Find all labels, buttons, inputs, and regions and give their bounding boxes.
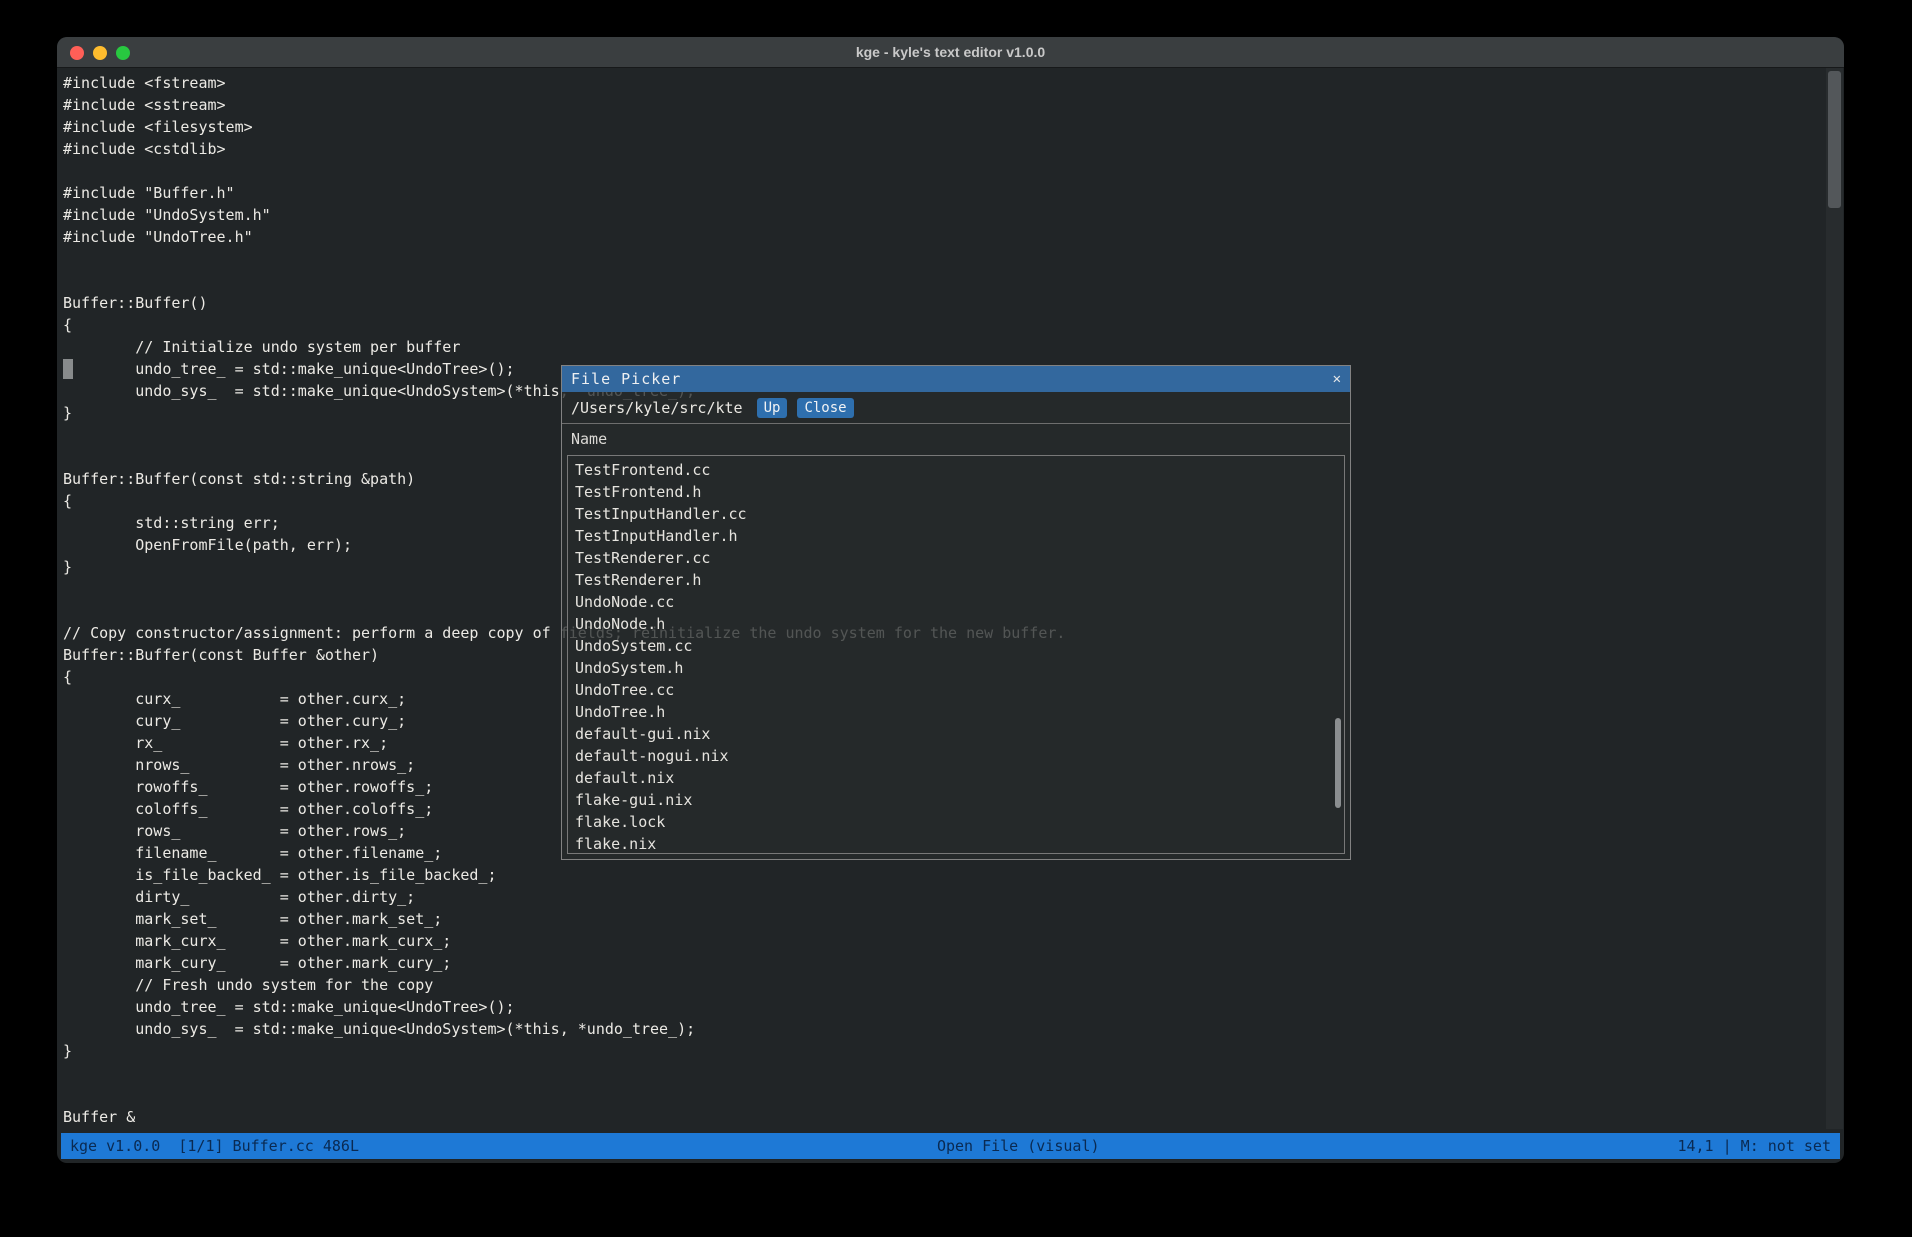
status-mode: Open File (visual) — [359, 1137, 1677, 1155]
file-list[interactable]: TestFrontend.ccTestFrontend.hTestInputHa… — [567, 455, 1345, 854]
status-bar: kge v1.0.0 [1/1] Buffer.cc 486L Open Fil… — [61, 1133, 1840, 1159]
file-item[interactable]: TestRenderer.h — [568, 569, 1344, 591]
file-item[interactable]: UndoTree.h — [568, 701, 1344, 723]
editor-scrollbar-thumb[interactable] — [1828, 71, 1841, 208]
file-item[interactable]: UndoNode.h — [568, 613, 1344, 635]
file-item[interactable]: flake-gui.nix — [568, 789, 1344, 811]
file-item[interactable]: TestRenderer.cc — [568, 547, 1344, 569]
window-title: kge - kyle's text editor v1.0.0 — [57, 37, 1844, 68]
file-item[interactable]: UndoSystem.h — [568, 657, 1344, 679]
file-item[interactable]: TestInputHandler.cc — [568, 503, 1344, 525]
file-item[interactable]: UndoTree.cc — [568, 679, 1344, 701]
window-titlebar[interactable]: kge - kyle's text editor v1.0.0 — [57, 37, 1844, 68]
file-picker-dialog: File Picker ✕ /Users/kyle/src/kte Up Clo… — [561, 365, 1351, 860]
desktop: kge - kyle's text editor v1.0.0 #include… — [0, 0, 1912, 1237]
status-file-info: kge v1.0.0 [1/1] Buffer.cc 486L — [70, 1137, 359, 1155]
file-item[interactable]: TestInputHandler.h — [568, 525, 1344, 547]
file-item[interactable]: flake.nix — [568, 833, 1344, 854]
file-item[interactable]: TestFrontend.cc — [568, 459, 1344, 481]
file-list-scrollbar-thumb[interactable] — [1335, 718, 1341, 808]
file-item[interactable]: TestFrontend.h — [568, 481, 1344, 503]
close-button[interactable]: Close — [797, 398, 853, 418]
editor-window: kge - kyle's text editor v1.0.0 #include… — [57, 37, 1844, 1163]
file-item[interactable]: default.nix — [568, 767, 1344, 789]
file-item[interactable]: flake.lock — [568, 811, 1344, 833]
editor-scrollbar[interactable] — [1826, 68, 1843, 1129]
column-header-row: Name — [562, 424, 1350, 455]
file-item[interactable]: default-nogui.nix — [568, 745, 1344, 767]
up-button[interactable]: Up — [757, 398, 788, 418]
column-header-name: Name — [571, 430, 607, 448]
close-icon[interactable]: ✕ — [1333, 366, 1341, 392]
file-picker-titlebar[interactable]: File Picker ✕ — [562, 366, 1350, 392]
path-row: /Users/kyle/src/kte Up Close — [562, 392, 1350, 424]
file-item[interactable]: UndoSystem.cc — [568, 635, 1344, 657]
file-item[interactable]: default-gui.nix — [568, 723, 1344, 745]
file-picker-title: File Picker — [562, 370, 681, 388]
path-input[interactable]: /Users/kyle/src/kte — [571, 399, 743, 417]
file-item[interactable]: UndoNode.cc — [568, 591, 1344, 613]
text-cursor — [63, 359, 73, 379]
status-cursor-position: 14,1 | M: not set — [1677, 1137, 1831, 1155]
